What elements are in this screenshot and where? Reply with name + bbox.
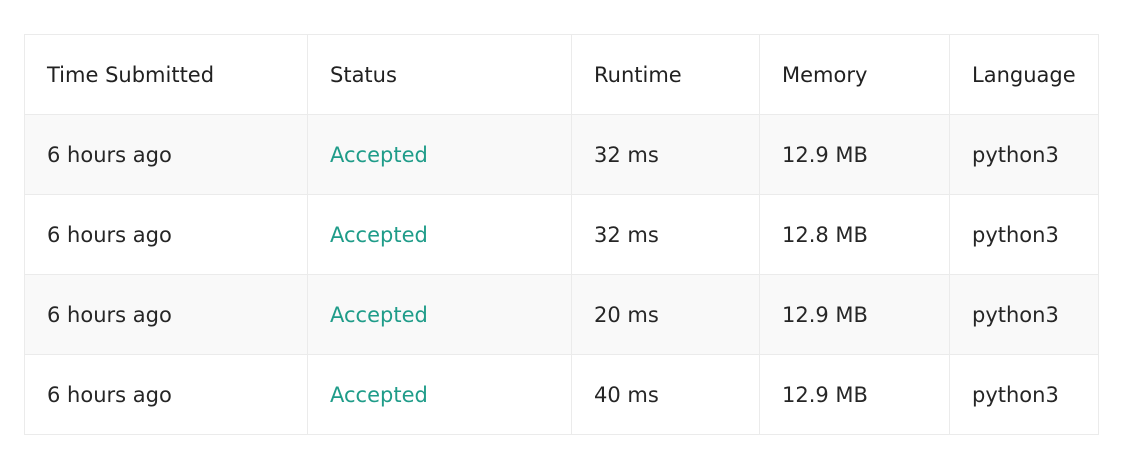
runtime-cell: 32 ms [571,114,760,195]
status-cell: Accepted [307,354,572,435]
memory-cell: 12.8 MB [759,194,950,275]
header-row: Time Submitted Status Runtime Memory Lan… [24,34,1099,115]
header-memory: Memory [759,34,950,115]
runtime-cell: 20 ms [571,274,760,355]
table-row: 6 hours ago Accepted 40 ms 12.9 MB pytho… [24,354,1099,435]
language-cell: python3 [949,354,1099,435]
table-row: 6 hours ago Accepted 32 ms 12.8 MB pytho… [24,194,1099,275]
language-cell: python3 [949,114,1099,195]
language-cell: python3 [949,194,1099,275]
status-link[interactable]: Accepted [330,223,428,247]
runtime-cell: 40 ms [571,354,760,435]
table-row: 6 hours ago Accepted 20 ms 12.9 MB pytho… [24,274,1099,355]
submissions-table: Time Submitted Status Runtime Memory Lan… [24,34,1099,435]
table-body: 6 hours ago Accepted 32 ms 12.9 MB pytho… [24,114,1099,435]
time-cell: 6 hours ago [24,274,308,355]
header-status: Status [307,34,572,115]
language-cell: python3 [949,274,1099,355]
status-cell: Accepted [307,274,572,355]
status-link[interactable]: Accepted [330,383,428,407]
status-cell: Accepted [307,194,572,275]
time-cell: 6 hours ago [24,354,308,435]
status-link[interactable]: Accepted [330,303,428,327]
memory-cell: 12.9 MB [759,354,950,435]
header-runtime: Runtime [571,34,760,115]
status-cell: Accepted [307,114,572,195]
memory-cell: 12.9 MB [759,274,950,355]
runtime-cell: 32 ms [571,194,760,275]
table-header: Time Submitted Status Runtime Memory Lan… [24,34,1099,115]
header-language: Language [949,34,1099,115]
time-cell: 6 hours ago [24,194,308,275]
status-link[interactable]: Accepted [330,143,428,167]
header-time-submitted: Time Submitted [24,34,308,115]
time-cell: 6 hours ago [24,114,308,195]
table-row: 6 hours ago Accepted 32 ms 12.9 MB pytho… [24,114,1099,195]
memory-cell: 12.9 MB [759,114,950,195]
